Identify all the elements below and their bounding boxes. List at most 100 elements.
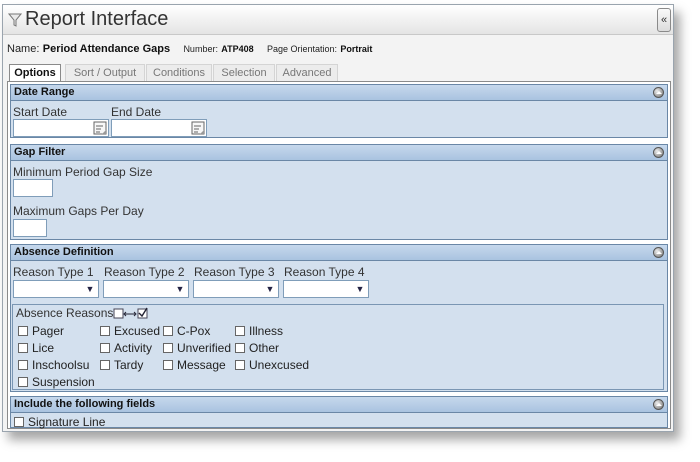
checkbox[interactable] xyxy=(100,326,110,336)
checkbox[interactable] xyxy=(235,326,245,336)
reason-type-2-select[interactable]: ▼ xyxy=(103,280,189,298)
orientation-label: Page Orientation: xyxy=(267,44,338,54)
min-gap-label: Minimum Period Gap Size xyxy=(13,165,153,179)
reason-activity-checkbox[interactable]: Activity xyxy=(100,341,152,355)
tab-sort-output[interactable]: Sort / Output xyxy=(65,64,145,81)
reason-type-1-label: Reason Type 1 xyxy=(13,265,94,279)
date-range-header: Date Range xyxy=(11,85,667,101)
checkbox[interactable] xyxy=(235,343,245,353)
reason-type-3-label: Reason Type 3 xyxy=(194,265,275,279)
number-label: Number: xyxy=(183,44,218,54)
absence-reasons-group: Absence Reasons Pager Excused C-Pox Illn… xyxy=(12,304,664,390)
reason-illness-checkbox[interactable]: Illness xyxy=(235,324,283,338)
tab-advanced[interactable]: Advanced xyxy=(276,64,338,81)
reason-cpox-checkbox[interactable]: C-Pox xyxy=(163,324,210,338)
checkbox-label: Lice xyxy=(32,341,55,355)
start-date-label: Start Date xyxy=(13,105,68,119)
checkbox-label: Unexcused xyxy=(249,358,310,372)
checkbox-label: Suspension xyxy=(32,375,95,389)
absence-definition-header: Absence Definition xyxy=(11,245,667,261)
end-date-label: End Date xyxy=(111,105,162,119)
checkbox[interactable] xyxy=(235,360,245,370)
checkbox[interactable] xyxy=(100,360,110,370)
reason-excused-checkbox[interactable]: Excused xyxy=(100,324,160,338)
checkbox-label: Unverified xyxy=(177,341,232,355)
collapse-section-icon[interactable] xyxy=(653,147,664,158)
checkbox-label: C-Pox xyxy=(177,324,211,338)
checkbox[interactable] xyxy=(100,343,110,353)
include-fields-header: Include the following fields xyxy=(11,397,667,413)
max-gaps-label: Maximum Gaps Per Day xyxy=(13,204,144,218)
checkbox[interactable] xyxy=(14,417,24,427)
filter-icon xyxy=(8,13,22,27)
tab-options[interactable]: Options xyxy=(9,64,61,82)
reason-other-checkbox[interactable]: Other xyxy=(235,341,279,355)
checkbox-label: Signature Line xyxy=(28,415,106,429)
include-fields-section: Include the following fields Signature L… xyxy=(10,396,668,429)
checkbox-label: Tardy xyxy=(114,358,144,372)
checkbox-label: Activity xyxy=(114,341,153,355)
collapse-section-icon[interactable] xyxy=(653,247,664,258)
checkbox-label: Excused xyxy=(114,324,161,338)
calendar-icon[interactable] xyxy=(93,121,107,135)
report-name: Period Attendance Gaps xyxy=(42,43,171,55)
min-gap-input[interactable] xyxy=(13,179,53,197)
reason-message-checkbox[interactable]: Message xyxy=(163,358,226,372)
section-title: Include the following fields xyxy=(14,398,156,410)
checkbox[interactable] xyxy=(18,377,28,387)
checkbox-label: Message xyxy=(177,358,226,372)
checkbox-label: Illness xyxy=(249,324,284,338)
reason-type-4-label: Reason Type 4 xyxy=(284,265,365,279)
report-info-bar: Name: Period Attendance Gaps Number: ATP… xyxy=(7,41,372,57)
reason-type-2-label: Reason Type 2 xyxy=(104,265,185,279)
page-orientation: Portrait xyxy=(340,44,373,54)
reason-inschoolsu-checkbox[interactable]: Inschoolsu xyxy=(18,358,89,372)
report-interface-window: Report Interface « Name: Period Attendan… xyxy=(2,4,674,432)
gap-filter-section: Gap Filter Minimum Period Gap Size Maxim… xyxy=(10,144,668,240)
options-panel: Date Range Start Date End Date Gap Filte… xyxy=(7,81,671,429)
checkbox-label: Pager xyxy=(32,324,65,338)
select-all-toggle-icon[interactable] xyxy=(113,307,153,321)
chevron-down-icon[interactable]: ▼ xyxy=(263,282,277,296)
absence-reasons-label: Absence Reasons xyxy=(16,306,114,320)
report-number: ATP408 xyxy=(221,44,254,54)
reason-type-1-select[interactable]: ▼ xyxy=(13,280,99,298)
checkbox[interactable] xyxy=(163,343,173,353)
reason-pager-checkbox[interactable]: Pager xyxy=(18,324,64,338)
reason-tardy-checkbox[interactable]: Tardy xyxy=(100,358,143,372)
reason-suspension-checkbox[interactable]: Suspension xyxy=(18,375,95,389)
reason-lice-checkbox[interactable]: Lice xyxy=(18,341,54,355)
start-date-input[interactable] xyxy=(13,119,109,137)
calendar-icon[interactable] xyxy=(191,121,205,135)
section-title: Date Range xyxy=(14,86,75,98)
chevron-down-icon[interactable]: ▼ xyxy=(83,282,97,296)
reason-type-3-select[interactable]: ▼ xyxy=(193,280,279,298)
reason-unverified-checkbox[interactable]: Unverified xyxy=(163,341,231,355)
gap-filter-header: Gap Filter xyxy=(11,145,667,161)
checkbox[interactable] xyxy=(18,360,28,370)
reason-type-4-select[interactable]: ▼ xyxy=(283,280,369,298)
checkbox[interactable] xyxy=(18,326,28,336)
end-date-input[interactable] xyxy=(111,119,207,137)
checkbox[interactable] xyxy=(163,326,173,336)
absence-definition-section: Absence Definition Reason Type 1 ▼ Reaso… xyxy=(10,244,668,392)
tab-conditions[interactable]: Conditions xyxy=(146,64,212,81)
collapse-section-icon[interactable] xyxy=(653,399,664,410)
checkbox-label: Other xyxy=(249,341,280,355)
checkbox[interactable] xyxy=(18,343,28,353)
chevron-down-icon[interactable]: ▼ xyxy=(173,282,187,296)
chevron-down-icon[interactable]: ▼ xyxy=(353,282,367,296)
title-bar: Report Interface « xyxy=(3,5,673,35)
tab-selection[interactable]: Selection xyxy=(213,64,275,81)
section-title: Absence Definition xyxy=(14,246,114,258)
checkbox[interactable] xyxy=(163,360,173,370)
date-range-section: Date Range Start Date End Date xyxy=(10,84,668,138)
window-title: Report Interface xyxy=(25,8,169,30)
collapse-section-icon[interactable] xyxy=(653,87,664,98)
name-label: Name: xyxy=(7,43,40,55)
reason-unexcused-checkbox[interactable]: Unexcused xyxy=(235,358,309,372)
collapse-panel-button[interactable]: « xyxy=(657,8,671,32)
signature-line-checkbox[interactable]: Signature Line xyxy=(14,415,105,429)
section-title: Gap Filter xyxy=(14,146,66,158)
max-gaps-input[interactable] xyxy=(13,219,47,237)
